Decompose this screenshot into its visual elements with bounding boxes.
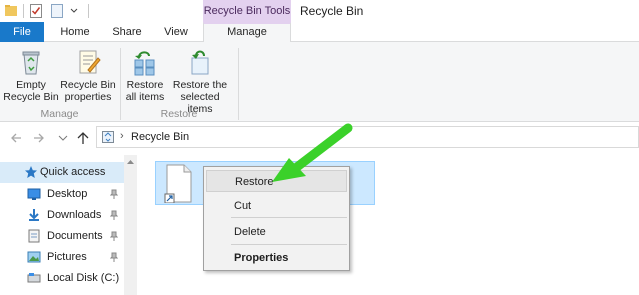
forward-arrow-icon[interactable] bbox=[33, 132, 45, 144]
nav-pane-scrollbar[interactable] bbox=[124, 155, 137, 295]
qat-separator bbox=[88, 4, 89, 18]
restore-selected-items-button[interactable]: Restore the selected items bbox=[167, 48, 233, 115]
qat-separator bbox=[23, 4, 24, 18]
tab-home[interactable]: Home bbox=[50, 22, 100, 42]
pin-icon[interactable] bbox=[110, 210, 118, 220]
nav-item-documents[interactable]: Documents bbox=[0, 226, 124, 247]
menu-item-delete[interactable]: Delete bbox=[206, 221, 347, 243]
up-arrow-icon[interactable] bbox=[77, 131, 89, 145]
button-label-line1: Recycle Bin bbox=[60, 79, 116, 91]
ribbon-panel: Empty Recycle Bin Recycle Bin properties… bbox=[0, 42, 639, 122]
context-menu: Restore Cut Delete Properties bbox=[203, 166, 350, 271]
address-path[interactable]: Recycle Bin bbox=[131, 131, 189, 143]
tab-share[interactable]: Share bbox=[104, 22, 150, 42]
ribbon-tabs: File Home Share View Manage bbox=[0, 22, 639, 43]
qat-dropdown-icon[interactable] bbox=[69, 3, 79, 19]
button-label-line1: Empty bbox=[16, 79, 46, 91]
navigation-pane: Quick access Desktop Downloads Documents… bbox=[0, 155, 137, 295]
nav-item-label: Local Disk (C:) bbox=[47, 272, 120, 284]
address-bar[interactable]: › Recycle Bin bbox=[96, 126, 639, 148]
group-separator bbox=[238, 48, 239, 120]
recycle-bin-small-icon bbox=[102, 131, 114, 143]
documents-icon bbox=[28, 229, 40, 243]
nav-item-label: Downloads bbox=[47, 209, 102, 221]
nav-item-label: Pictures bbox=[47, 251, 87, 263]
menu-item-properties[interactable]: Properties bbox=[206, 247, 347, 269]
nav-item-desktop[interactable]: Desktop bbox=[0, 184, 124, 205]
restore-selected-icon bbox=[191, 50, 209, 75]
pin-icon[interactable] bbox=[110, 231, 118, 241]
menu-separator bbox=[231, 217, 347, 218]
nav-item-label: Documents bbox=[47, 230, 103, 242]
button-label-line2: all items bbox=[125, 91, 165, 103]
pin-icon[interactable] bbox=[110, 252, 118, 262]
new-folder-icon[interactable] bbox=[50, 3, 64, 19]
menu-item-restore[interactable]: Restore bbox=[206, 170, 347, 192]
desktop-icon bbox=[27, 188, 41, 200]
drive-icon bbox=[27, 273, 41, 283]
tab-view[interactable]: View bbox=[153, 22, 199, 42]
restore-all-items-button[interactable]: Restore all items bbox=[123, 48, 167, 103]
title-bar: Recycle Bin Tools Recycle Bin bbox=[0, 0, 639, 22]
tab-file[interactable]: File bbox=[0, 22, 44, 42]
recycle-bin-properties-button[interactable]: Recycle Bin properties bbox=[60, 48, 116, 103]
folder-icon[interactable] bbox=[4, 3, 18, 19]
menu-item-cut[interactable]: Cut bbox=[206, 195, 347, 217]
button-label-line2: Recycle Bin bbox=[3, 91, 59, 103]
properties-check-icon[interactable] bbox=[29, 3, 43, 19]
contextual-tab-group-label: Recycle Bin Tools bbox=[203, 0, 291, 22]
restore-all-icon bbox=[134, 51, 155, 76]
menu-separator bbox=[231, 244, 347, 245]
recycle-bin-icon bbox=[22, 51, 40, 75]
back-arrow-icon[interactable] bbox=[10, 132, 22, 144]
button-label-line1: Restore bbox=[126, 79, 164, 91]
nav-item-label: Quick access bbox=[40, 166, 106, 178]
tab-manage[interactable]: Manage bbox=[203, 22, 291, 43]
pictures-icon bbox=[27, 251, 41, 263]
properties-icon bbox=[79, 50, 101, 74]
window-title: Recycle Bin bbox=[300, 4, 364, 18]
empty-recycle-bin-button[interactable]: Empty Recycle Bin bbox=[3, 48, 59, 103]
file-icon bbox=[164, 164, 192, 203]
button-label-line2: properties bbox=[64, 91, 112, 103]
scroll-up-icon[interactable] bbox=[126, 159, 135, 165]
group-label-restore: Restore bbox=[160, 108, 198, 120]
recent-locations-chevron-icon[interactable] bbox=[58, 134, 68, 142]
pin-icon[interactable] bbox=[110, 189, 118, 199]
nav-item-downloads[interactable]: Downloads bbox=[0, 205, 124, 226]
address-separator: › bbox=[120, 130, 124, 142]
download-icon bbox=[29, 209, 39, 221]
nav-item-local-disk[interactable]: Local Disk (C:) bbox=[0, 268, 124, 289]
nav-item-pictures[interactable]: Pictures bbox=[0, 247, 124, 268]
nav-item-quick-access[interactable]: Quick access bbox=[0, 162, 124, 183]
star-icon bbox=[25, 166, 37, 178]
nav-item-label: Desktop bbox=[47, 188, 88, 200]
button-label-line1: Restore the bbox=[172, 79, 228, 91]
group-label-manage: Manage bbox=[40, 108, 79, 120]
